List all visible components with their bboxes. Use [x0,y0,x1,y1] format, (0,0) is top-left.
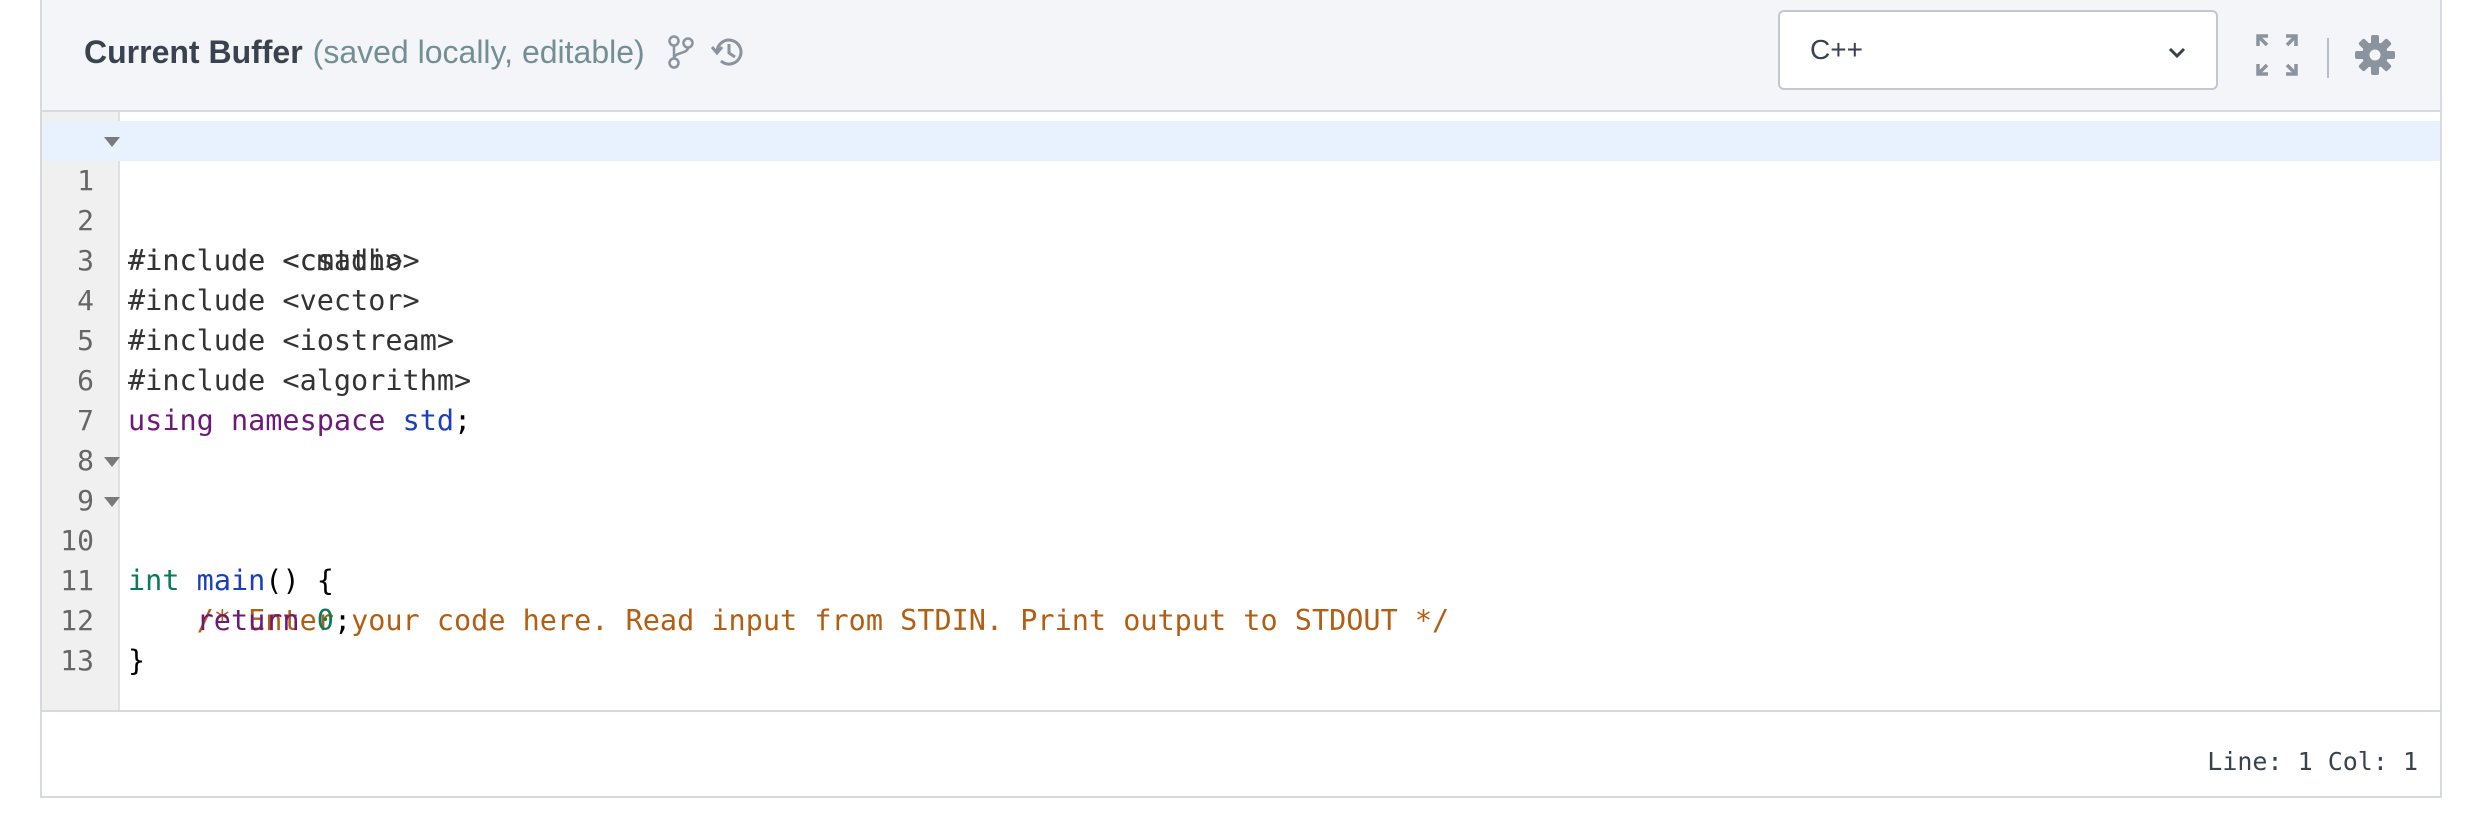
code-line[interactable]: 5 #include <algorithm> [42,281,2440,397]
fold-arrow-icon[interactable] [104,137,120,147]
code-line[interactable]: 8 [42,401,2440,477]
fold-arrow-icon[interactable] [104,497,120,507]
code-line[interactable]: 9 int main() { [42,441,2440,597]
language-select[interactable]: C++ [1778,10,2218,90]
code-line[interactable]: 10 /* Enter your code here. Read input f… [42,481,2440,637]
buffer-title-main: Current Buffer [84,33,303,70]
branch-icon[interactable] [667,34,695,70]
language-select-value: C++ [1810,34,1863,65]
code-line[interactable]: 7 [42,361,2440,437]
code-line[interactable]: 1 #include <cmath> [42,121,2440,277]
editor-header: Current Buffer (saved locally, editable) [42,0,2440,112]
code-line[interactable]: 13 [42,601,2440,677]
buffer-title-subtitle: (saved locally, editable) [312,33,645,70]
code-line[interactable]: 4 #include <iostream> [42,241,2440,357]
header-divider [2327,38,2329,78]
fold-arrow-icon[interactable] [104,457,120,467]
cursor-position-status: Line: 1 Col: 1 [2207,747,2418,776]
history-icon[interactable] [709,33,747,71]
code-line[interactable]: 2 #include <cstdio> [42,161,2440,277]
code-line[interactable]: 6 using namespace std; [42,321,2440,437]
chevron-down-icon [2168,34,2186,66]
gear-icon[interactable] [2352,32,2398,83]
code-line[interactable]: 3 #include <vector> [42,201,2440,317]
code-line[interactable]: 12 } [42,561,2440,677]
line-number: 13 [60,644,94,677]
buffer-title: Current Buffer (saved locally, editable) [84,30,747,74]
fullscreen-icon[interactable] [2254,32,2300,83]
code-editor-panel: Current Buffer (saved locally, editable) [40,0,2442,798]
code-editor[interactable]: 1 #include <cmath> 2 #include <cstdio> 3… [42,112,2440,712]
code-line[interactable]: 11 return 0; [42,521,2440,637]
